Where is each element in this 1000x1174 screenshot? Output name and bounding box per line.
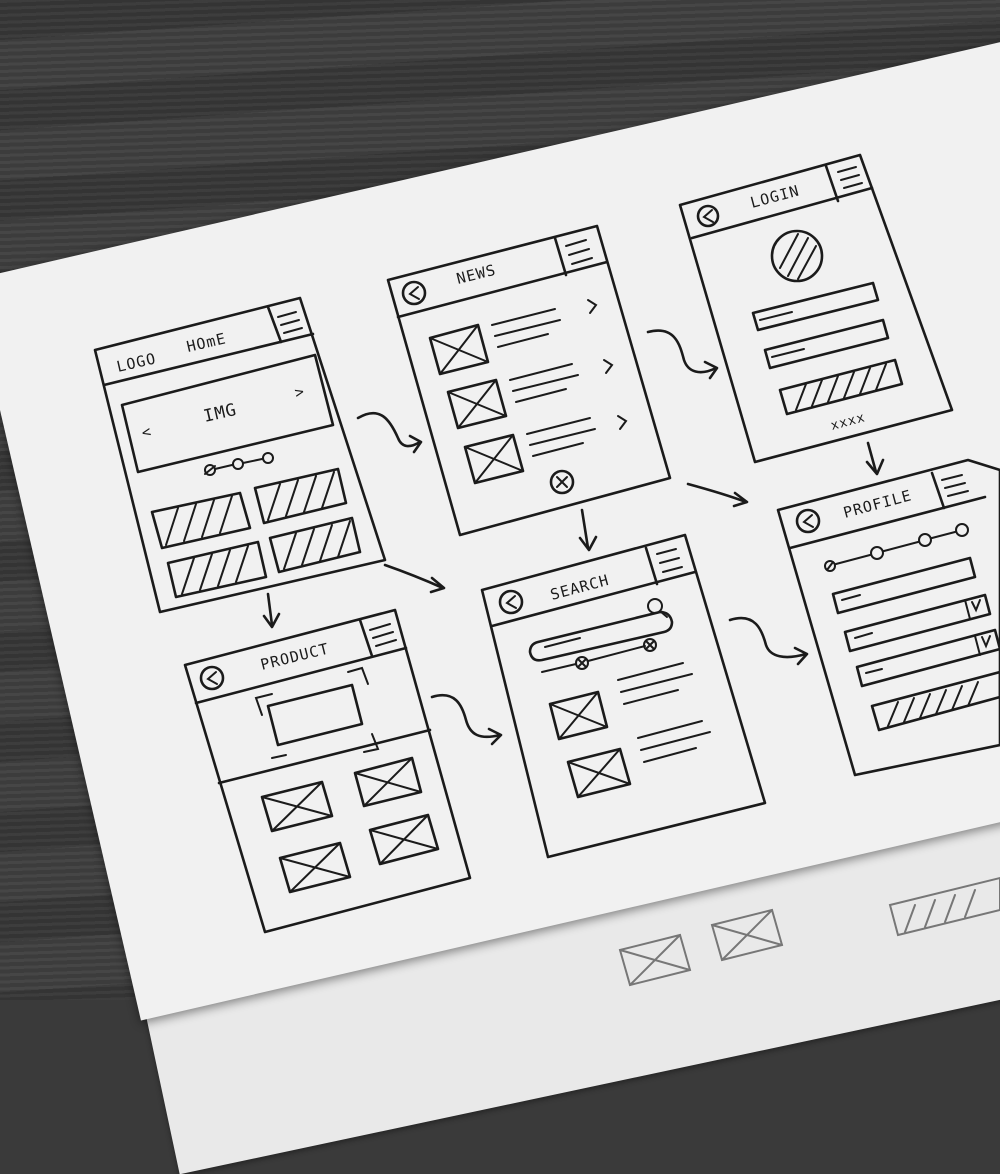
home-image-label: IMG	[202, 400, 239, 427]
login-screen: LOGIN xxxx	[678, 153, 954, 464]
product-grid	[260, 756, 440, 894]
news-menu-icon[interactable]	[565, 239, 593, 265]
news-list	[428, 299, 628, 485]
product-menu-icon[interactable]	[369, 623, 397, 647]
search-title: SEARCH	[548, 571, 611, 604]
profile-select-1[interactable]	[843, 593, 992, 653]
search-menu-icon[interactable]	[656, 548, 683, 573]
login-password-mask: xxxx	[829, 410, 867, 434]
home-grid-tiles	[150, 467, 362, 599]
login-submit-button[interactable]	[778, 358, 904, 416]
search-results	[548, 662, 711, 799]
login-avatar	[770, 229, 824, 283]
home-carousel-prev[interactable]: <	[140, 422, 154, 442]
product-title: PRODUCT	[259, 639, 331, 673]
news-screen: NEWS	[386, 224, 672, 537]
home-logo-text: LOGO	[115, 349, 158, 376]
product-back-icon[interactable]	[199, 665, 225, 691]
news-back-icon[interactable]	[401, 280, 427, 306]
news-title: NEWS	[455, 261, 498, 288]
profile-screen: PROFILE	[776, 458, 1000, 777]
home-carousel-next[interactable]: >	[293, 382, 307, 402]
login-title: LOGIN	[748, 181, 801, 211]
product-screen: PRODUCT	[183, 608, 472, 934]
login-password-field[interactable]	[763, 318, 890, 370]
profile-save-button[interactable]	[870, 670, 1000, 732]
home-carousel-dots[interactable]	[204, 452, 274, 476]
wireframe-sketch: LOGO HOmE IMG < > NEWS LOGIN xxxx PRODUC…	[93, 153, 1000, 987]
search-screen: SEARCH	[480, 533, 767, 859]
profile-text-field-1[interactable]	[831, 556, 977, 615]
home-menu-icon[interactable]	[277, 311, 303, 334]
login-username-field[interactable]	[751, 281, 880, 332]
home-title: HOmE	[185, 329, 228, 356]
login-menu-icon[interactable]	[837, 166, 863, 189]
search-back-icon[interactable]	[498, 589, 524, 615]
profile-menu-icon[interactable]	[941, 474, 969, 497]
home-screen: LOGO HOmE IMG < >	[93, 296, 387, 614]
underlying-sheet-sketch	[618, 876, 1000, 987]
login-back-icon[interactable]	[696, 204, 720, 228]
profile-back-icon[interactable]	[795, 508, 821, 534]
news-close-icon[interactable]	[549, 469, 575, 495]
